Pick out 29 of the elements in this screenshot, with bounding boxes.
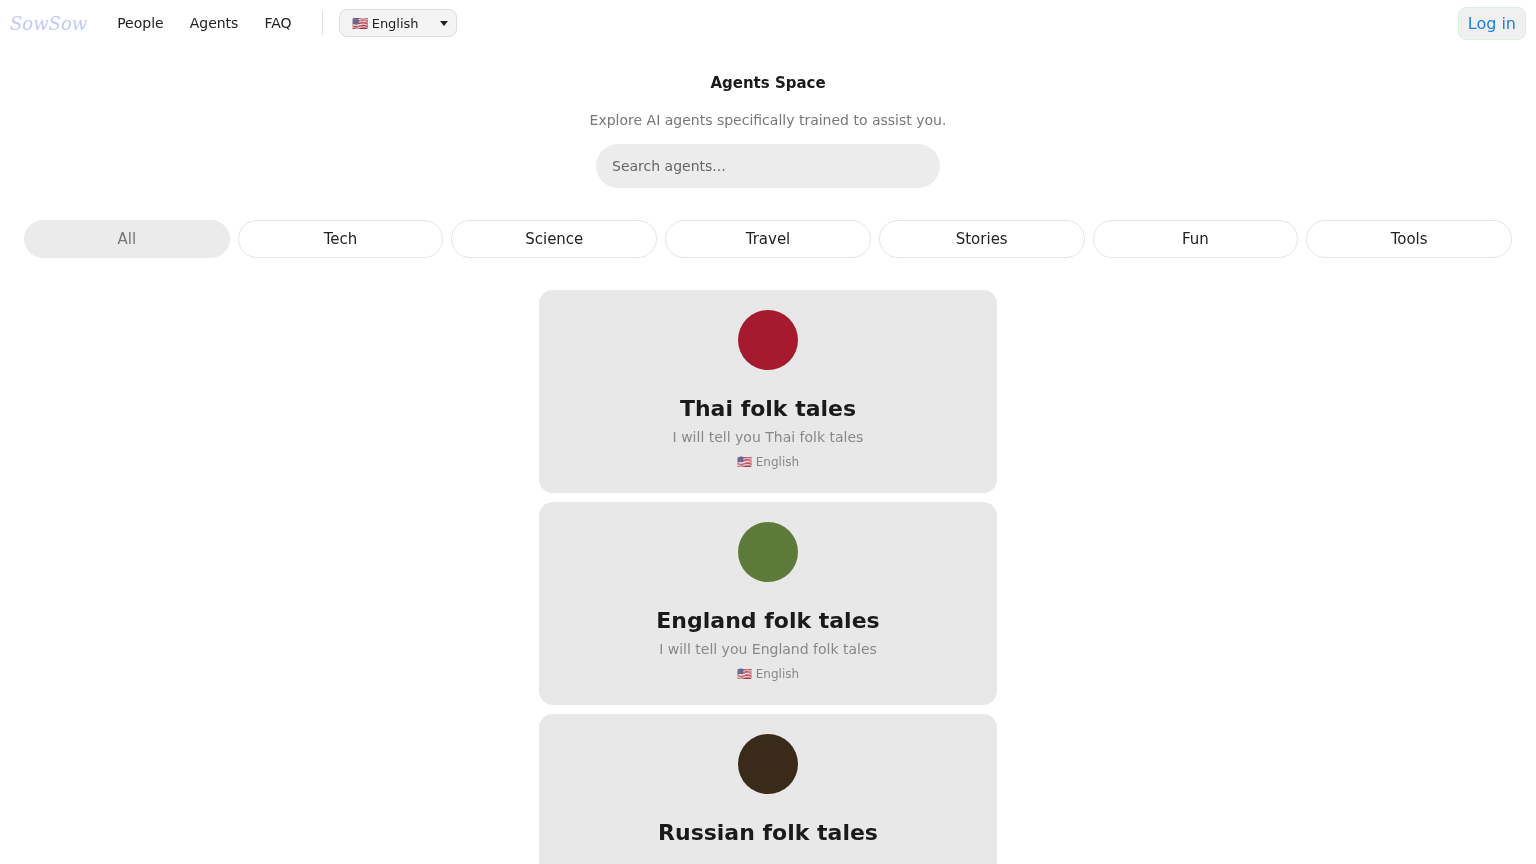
category-tab[interactable]: Travel (665, 220, 871, 258)
nav-link[interactable]: People (117, 15, 164, 31)
category-tab[interactable]: Tech (237, 220, 444, 258)
agent-language: 🇺🇸 English (736, 667, 800, 681)
avatar-photo-placeholder (738, 310, 798, 370)
agent-name: Russian folk tales (658, 820, 878, 845)
agent-language: 🇺🇸 English (736, 455, 800, 469)
login-button[interactable]: Log in (1457, 6, 1526, 40)
caret-icon (439, 20, 448, 26)
agent-card[interactable]: England folk tales I will tell you England folk tales 🇺🇸 English (539, 502, 997, 705)
category-tab[interactable]: Fun (1092, 220, 1299, 258)
nav-link[interactable]: Agents (189, 15, 239, 31)
agent-description: I will tell you England folk tales (659, 641, 877, 657)
language-dropdown[interactable]: 🇺🇸 English (338, 9, 457, 37)
page-subtitle: Explore AI agents specifically trained to assist you. (589, 112, 947, 128)
agent-name: Thai folk tales (679, 396, 857, 421)
avatar-photo-placeholder (738, 734, 798, 794)
agent-card[interactable]: Russian folk tales (539, 714, 997, 864)
category-tab[interactable]: All (24, 220, 230, 258)
agent-card[interactable]: Thai folk tales I will tell you Thai folk tales 🇺🇸 English (539, 290, 997, 493)
agent-description: I will tell you Thai folk tales (672, 429, 864, 445)
page-title: Agents Space (710, 74, 826, 92)
nav-link[interactable]: FAQ (264, 15, 292, 31)
category-tab[interactable]: Tools (1306, 220, 1512, 258)
search-field[interactable]: Search agents... (596, 144, 940, 188)
category-tab[interactable]: Stories (878, 220, 1085, 258)
category-tab[interactable]: Science (451, 220, 658, 258)
agent-name: England folk tales (656, 608, 880, 633)
avatar-photo-placeholder (738, 522, 798, 582)
